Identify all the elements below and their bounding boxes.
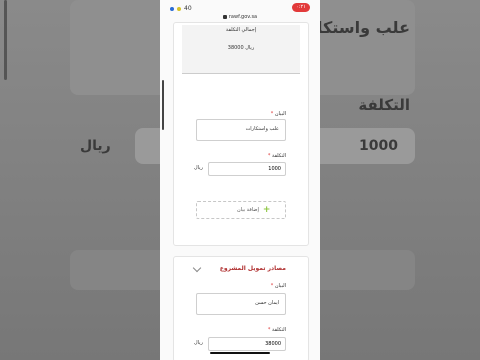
funding-cost-input[interactable]: 38000 <box>208 337 286 351</box>
background-cost-label: التكلفة <box>358 96 410 114</box>
costs-card: إجمالي التكلفة 38000 ريال * البيان علب و… <box>173 22 309 246</box>
add-item-button[interactable]: إضافة بيان + <box>196 201 286 219</box>
funding-cost-label: * التكلفة <box>268 327 286 333</box>
funding-cost-value: 38000 <box>265 341 281 347</box>
funding-item-label: * البيان <box>271 283 286 289</box>
background-cost-value: 1000 <box>359 138 398 154</box>
funding-title[interactable]: مصادر تمويل المشروع <box>220 265 286 272</box>
status-icons: 40 <box>170 5 192 12</box>
chevron-down-icon[interactable] <box>192 263 202 273</box>
cost-label: * التكلفة <box>268 153 286 159</box>
currency-label: ريال <box>194 165 203 171</box>
home-indicator[interactable] <box>210 352 270 354</box>
total-title: إجمالي التكلفة <box>225 27 257 33</box>
funding-cost-row: ريال 38000 <box>194 337 286 351</box>
phone-screen: 40 ٠:٢١ rawf.gov.sa إجمالي التكلفة 38000… <box>160 0 320 360</box>
item-label: * البيان <box>271 111 286 117</box>
funding-card: مصادر تمويل المشروع * البيان ايمان حسن *… <box>173 256 309 360</box>
item-label-text: البيان <box>274 111 286 117</box>
funding-currency-label: ريال <box>194 340 203 346</box>
funding-item-input[interactable]: ايمان حسن <box>196 293 286 315</box>
add-item-label: إضافة بيان <box>237 207 259 213</box>
total-value: 38000 ريال <box>227 45 255 51</box>
item-input-value: علب واستكارات <box>245 126 279 132</box>
total-cost-box: إجمالي التكلفة 38000 ريال <box>182 25 300 74</box>
plus-icon: + <box>262 205 271 215</box>
time-badge: ٠:٢١ <box>292 3 310 12</box>
background-currency: ريال <box>80 138 111 154</box>
funding-item-value: ايمان حسن <box>255 300 279 306</box>
lock-icon <box>222 14 227 19</box>
signal-text: 40 <box>184 5 192 12</box>
background-scrollbar <box>4 0 7 80</box>
cost-label-text: التكلفة <box>271 153 286 159</box>
cost-input-value: 1000 <box>268 166 281 172</box>
app-icon <box>170 6 174 11</box>
funding-item-label-text: البيان <box>274 283 286 289</box>
background-item-text: علب واستكا <box>317 18 410 37</box>
app-icon-2 <box>177 6 181 11</box>
cost-input[interactable]: 1000 <box>208 162 286 176</box>
url-text: rawf.gov.sa <box>228 14 258 20</box>
funding-cost-label-text: التكلفة <box>271 327 286 333</box>
page-scrollbar[interactable] <box>162 80 164 130</box>
cost-row: ريال 1000 <box>194 162 286 176</box>
item-input[interactable]: علب واستكارات <box>196 119 286 141</box>
